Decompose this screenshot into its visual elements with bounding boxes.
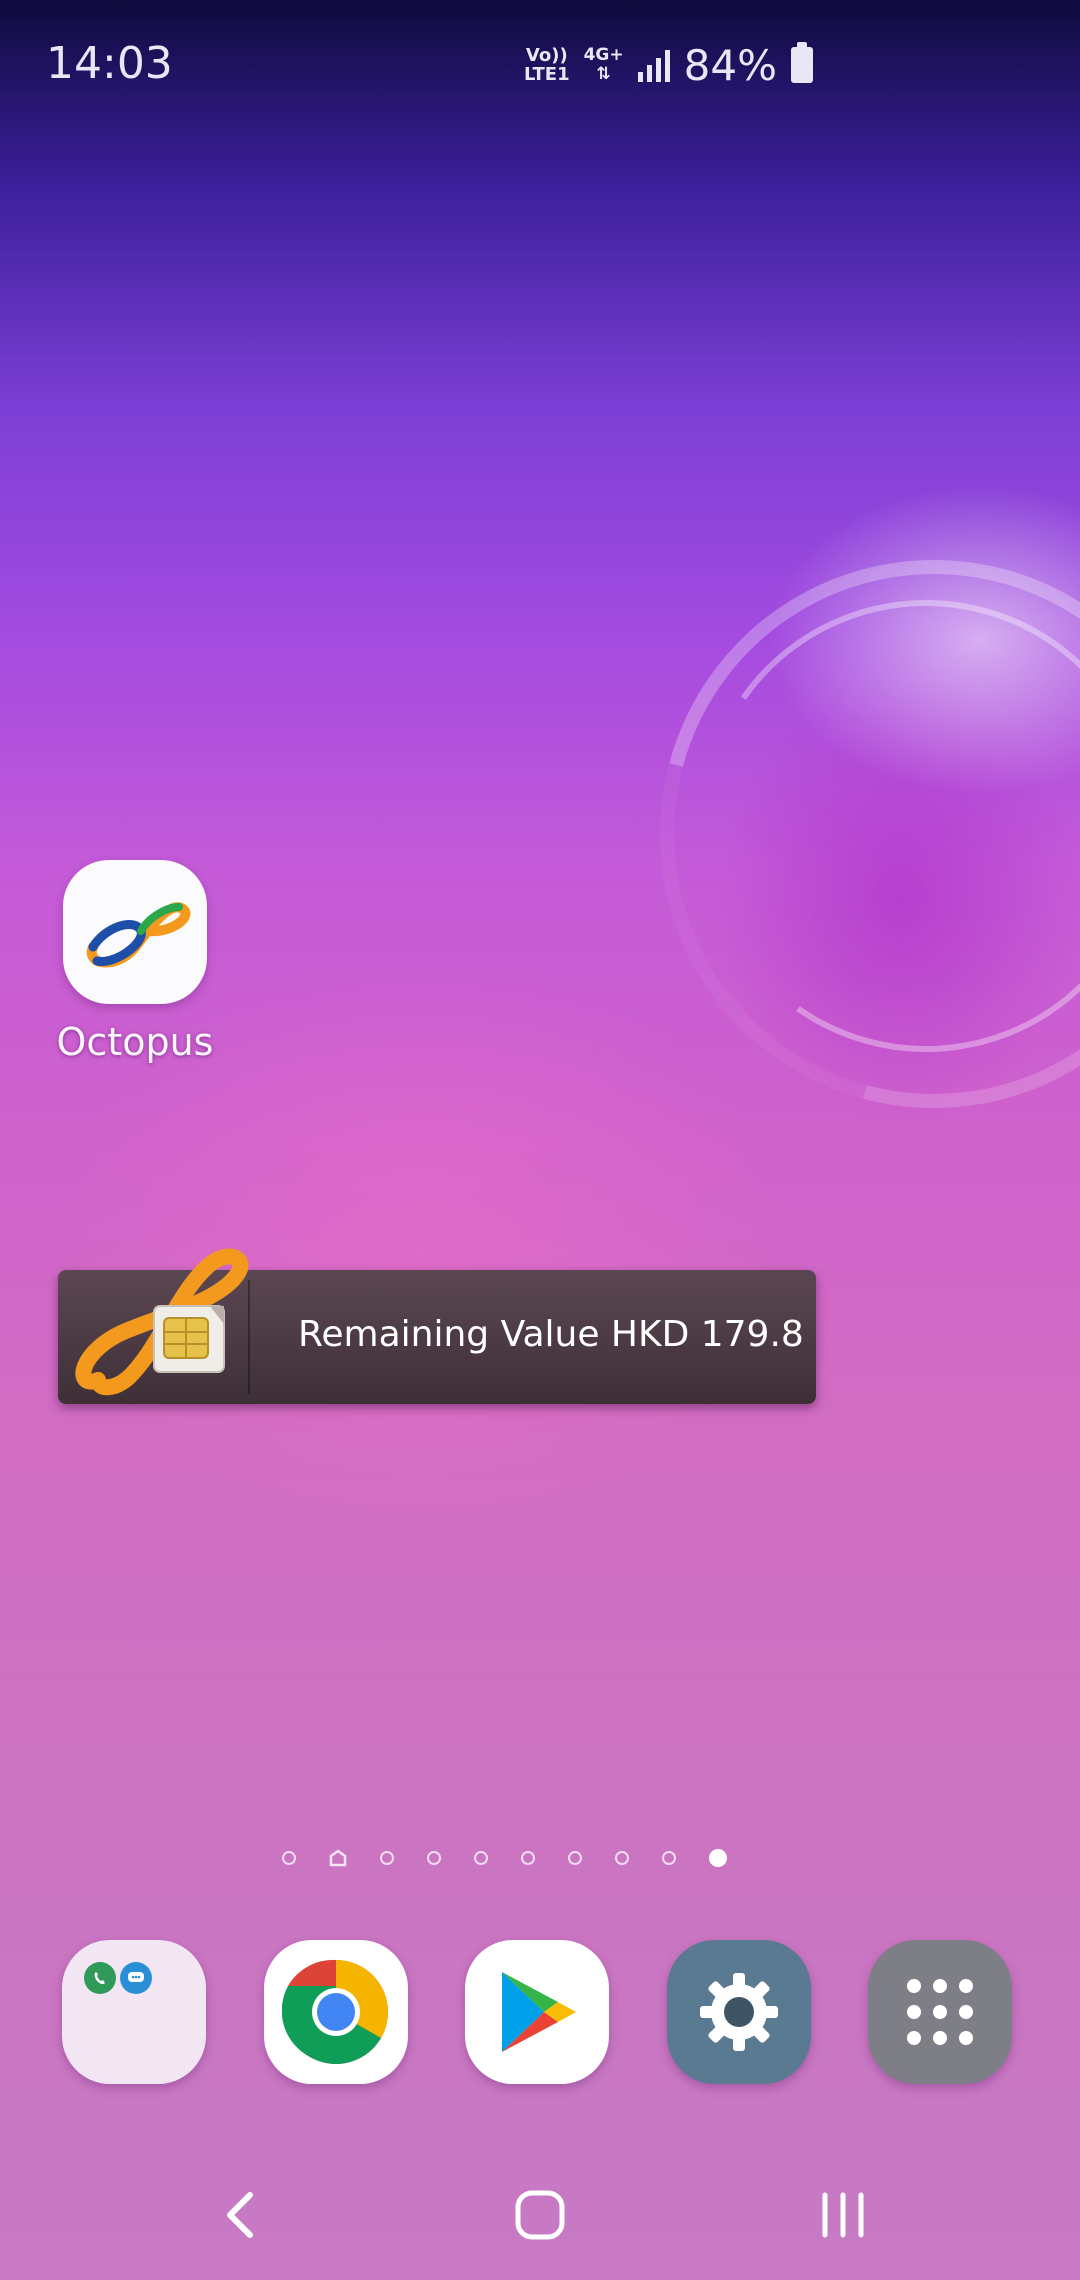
battery-percent: 84% (683, 40, 777, 90)
back-icon[interactable] (195, 2180, 285, 2250)
page-dot[interactable] (282, 1851, 296, 1865)
octopus-app-label: Octopus (56, 1020, 214, 1064)
home-screen: 14:03 Vo)) LTE1 4G+ ⇅ 84% Octopus Remain… (0, 0, 1080, 2280)
signal-bars-icon (637, 48, 670, 82)
dock (62, 1940, 1012, 2086)
remaining-value-text: Remaining Value HKD 179.8 (298, 1314, 804, 1355)
volte-bottom-label: LTE1 (524, 64, 570, 85)
data-arrows-icon: ⇅ (596, 64, 611, 84)
page-dot[interactable] (380, 1851, 394, 1865)
page-indicator[interactable] (282, 1846, 727, 1870)
page-dot[interactable] (615, 1851, 629, 1865)
status-indicators: Vo)) LTE1 4G+ ⇅ 84% (524, 40, 813, 90)
page-dot[interactable] (474, 1851, 488, 1865)
page-dot[interactable] (427, 1851, 441, 1865)
page-dot[interactable] (568, 1851, 582, 1865)
home-icon[interactable] (495, 2180, 585, 2250)
octopus-balance-widget[interactable]: Remaining Value HKD 179.8 (58, 1248, 816, 1404)
page-dot[interactable] (521, 1851, 535, 1865)
phone-icon (84, 1962, 116, 1994)
status-time: 14:03 (46, 38, 173, 89)
octopus-app-icon (63, 860, 207, 1004)
play-store-icon[interactable] (465, 1940, 609, 2084)
apps-grid-icon[interactable] (868, 1940, 1012, 2084)
home-page-icon[interactable] (329, 1849, 347, 1867)
page-dot-active[interactable] (709, 1849, 727, 1867)
settings-gear-icon[interactable] (666, 1940, 811, 2084)
page-dot[interactable] (662, 1851, 676, 1865)
network-type-label: 4G+ (583, 45, 624, 65)
network-indicator: 4G+ ⇅ (584, 46, 624, 84)
volte-indicator: Vo)) LTE1 (524, 46, 570, 84)
phone-messages-folder-icon[interactable] (62, 1940, 206, 2084)
volte-top-label: Vo)) (525, 45, 568, 66)
navigation-bar (0, 2150, 1080, 2280)
messages-icon (120, 1962, 152, 1994)
chrome-icon[interactable] (263, 1940, 408, 2084)
battery-icon (790, 42, 813, 83)
octopus-card-icon (68, 1240, 268, 1410)
widget-divider (248, 1280, 250, 1394)
recents-icon[interactable] (798, 2180, 888, 2250)
status-bar: 14:03 Vo)) LTE1 4G+ ⇅ 84% (0, 0, 1080, 130)
octopus-app[interactable]: Octopus (50, 860, 220, 1064)
